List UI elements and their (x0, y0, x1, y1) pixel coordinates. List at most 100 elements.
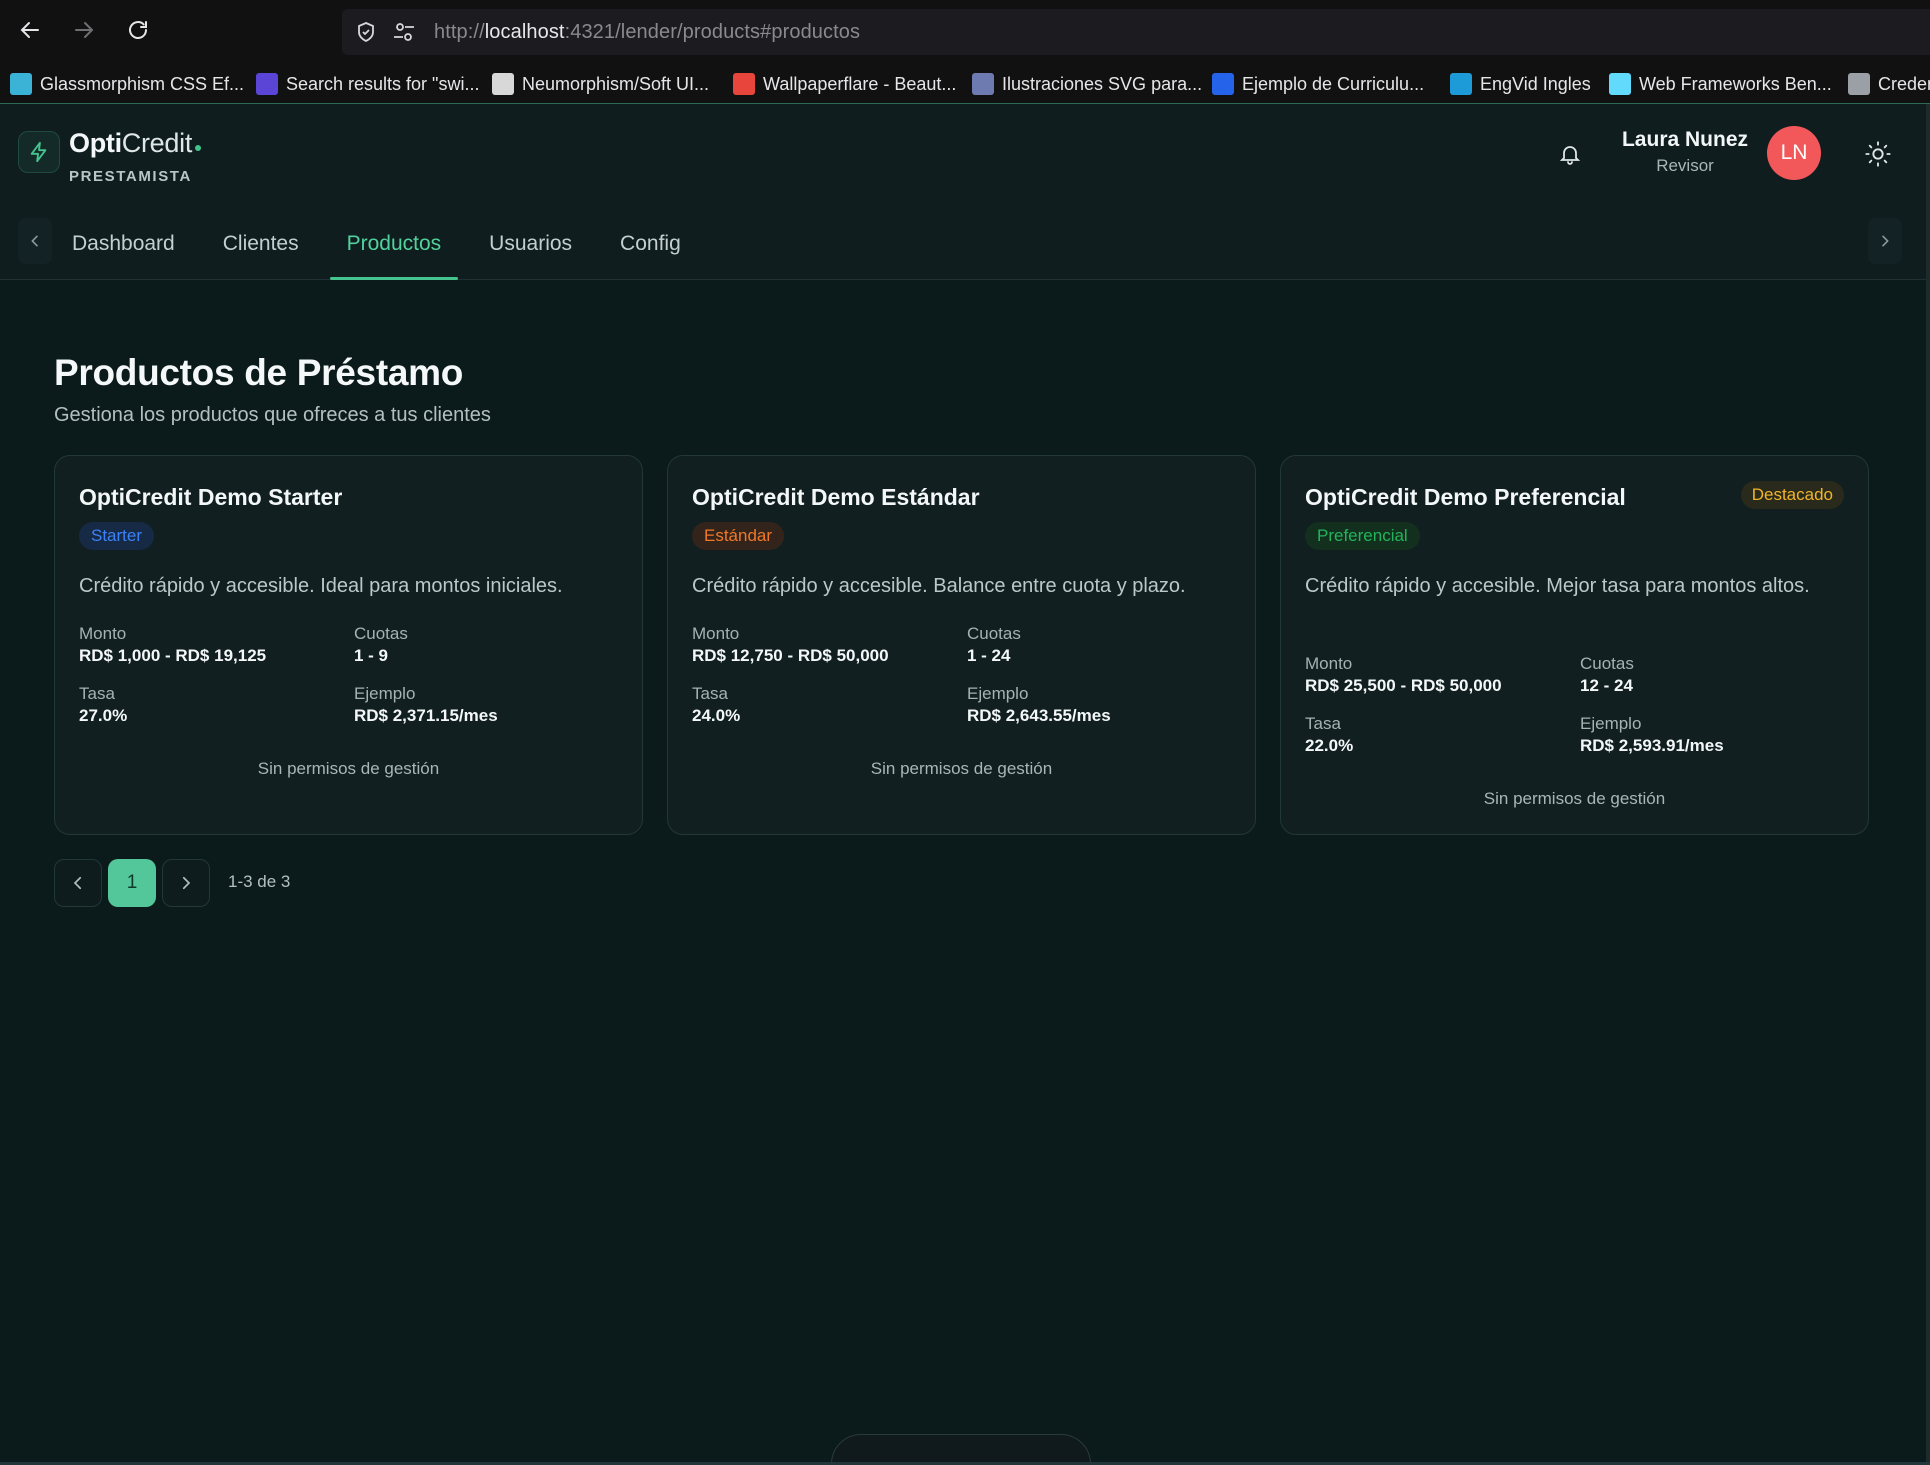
user-role: Revisor (1656, 156, 1714, 175)
stat-tasa: Tasa 27.0% (79, 684, 354, 726)
no-permission-note: Sin permisos de gestión (1483, 789, 1666, 808)
bookmark-item[interactable]: Neumorphism/Soft UI... (492, 72, 709, 96)
site-settings-icon[interactable] (392, 21, 416, 43)
stat-cuotas: Cuotas 1 - 9 (354, 624, 629, 666)
product-description: Crédito rápido y accesible. Mejor tasa p… (1305, 575, 1810, 597)
stat-value: RD$ 2,593.91/mes (1580, 736, 1724, 755)
stat-label: Cuotas (1580, 654, 1634, 673)
product-name: OptiCredit Demo Starter (79, 484, 343, 510)
stat-value: 1 - 24 (967, 646, 1011, 665)
notifications-button[interactable] (1555, 139, 1585, 169)
stat-monto: Monto RD$ 25,500 - RD$ 50,000 (1305, 654, 1580, 696)
logo[interactable] (18, 131, 60, 173)
stat-label: Tasa (1305, 714, 1341, 733)
bookmark-label: Web Frameworks Ben... (1639, 73, 1832, 94)
cv-icon (1212, 73, 1234, 95)
tab-dashboard[interactable]: Dashboard (55, 208, 192, 280)
stat-ejemplo: Ejemplo RD$ 2,593.91/mes (1580, 714, 1855, 756)
product-description: Crédito rápido y accesible. Balance entr… (692, 575, 1186, 597)
stat-ejemplo: Ejemplo RD$ 2,371.15/mes (354, 684, 629, 726)
browser-toolbar: http://localhost:4321/lender/products#pr… (0, 0, 1930, 63)
bookmark-item[interactable]: EngVid Ingles (1450, 72, 1591, 96)
bookmark-item[interactable]: Ejemplo de Curriculu... (1212, 72, 1424, 96)
stat-label: Cuotas (967, 624, 1021, 643)
pager-prev-button[interactable] (54, 859, 102, 907)
bookmark-item[interactable]: Search results for "swi... (256, 72, 479, 96)
bookmark-label: Search results for "swi... (286, 73, 480, 94)
pager-info: 1-3 de 3 (228, 872, 291, 891)
brand-name: OptiCredit (69, 128, 202, 159)
stat-label: Monto (79, 624, 127, 643)
main-tabs: Dashboard Clientes Productos Usuarios Config (55, 208, 712, 280)
product-card[interactable]: OptiCredit Demo Preferencial Preferencial… (1280, 455, 1869, 835)
stat-tasa: Tasa 24.0% (692, 684, 967, 726)
glass-icon (10, 73, 32, 95)
tab-productos[interactable]: Productos (329, 208, 459, 280)
tab-usuarios[interactable]: Usuarios (472, 208, 589, 280)
atom-icon (1609, 73, 1631, 95)
product-card[interactable]: OptiCredit Demo Estándar Estándar Crédito … (667, 455, 1256, 835)
stat-value: 12 - 24 (1580, 676, 1633, 695)
stat-value: 22.0% (1305, 736, 1354, 755)
bolt-icon (30, 141, 47, 163)
address-bar[interactable]: http://localhost:4321/lender/products#pr… (342, 9, 1930, 55)
role-label: PRESTAMISTA (69, 168, 192, 185)
stat-value: RD$ 1,000 - RD$ 19,125 (79, 646, 267, 665)
product-card[interactable]: OptiCredit Demo Starter Starter Crédito rá… (54, 455, 643, 835)
forward-button[interactable] (68, 14, 100, 46)
dev-toolbar[interactable] (831, 1434, 1091, 1465)
back-button[interactable] (14, 14, 46, 46)
chevron-left-icon (73, 876, 82, 890)
stat-value: RD$ 2,643.55/mes (967, 706, 1111, 725)
avatar[interactable]: LN (1767, 126, 1821, 180)
chevron-right-icon (182, 876, 191, 890)
reload-button[interactable] (122, 14, 154, 46)
chevron-left-icon (31, 235, 38, 247)
bookmark-label: Ejemplo de Curriculu... (1242, 73, 1425, 94)
tab-config[interactable]: Config (603, 208, 698, 280)
stat-monto: Monto RD$ 12,750 - RD$ 50,000 (692, 624, 967, 666)
bookmark-item[interactable]: Glassmorphism CSS Ef... (10, 72, 244, 96)
page-subtitle: Gestiona los productos que ofreces a tus… (54, 404, 491, 426)
stat-value: RD$ 12,750 - RD$ 50,000 (692, 646, 889, 665)
stat-cuotas: Cuotas 12 - 24 (1580, 654, 1855, 696)
tab-clientes[interactable]: Clientes (206, 208, 316, 280)
theme-toggle-button[interactable] (1860, 136, 1896, 172)
bookmark-item[interactable]: Ilustraciones SVG para... (972, 72, 1202, 96)
bell-icon (1559, 146, 1581, 165)
bookmark-label: Creden (1878, 73, 1930, 94)
stat-value: 1 - 9 (354, 646, 389, 665)
url-text: http://localhost:4321/lender/products#pr… (434, 21, 861, 43)
sun-icon (1865, 141, 1891, 167)
bookmark-item[interactable]: Wallpaperflare - Beaut... (733, 72, 956, 96)
stat-value: 27.0% (79, 706, 128, 725)
scrollbar[interactable] (1926, 104, 1930, 1465)
page-icon (492, 73, 514, 95)
reload-icon (129, 21, 147, 39)
arrow-left-icon (20, 22, 39, 38)
tabs-scroll-right-button[interactable] (1868, 218, 1902, 264)
stat-value: 24.0% (692, 706, 741, 725)
tabs-scroll-left-button[interactable] (18, 218, 52, 264)
featured-badge: Destacado (1740, 481, 1844, 509)
shield-icon (358, 22, 374, 43)
pager-next-button[interactable] (162, 859, 210, 907)
stat-tasa: Tasa 22.0% (1305, 714, 1580, 756)
stat-cuotas: Cuotas 1 - 24 (967, 624, 1242, 666)
stat-label: Ejemplo (354, 684, 416, 703)
product-description: Crédito rápido y accesible. Ideal para m… (79, 575, 563, 597)
bookmark-item[interactable]: Creden (1848, 72, 1930, 96)
tier-badge: Starter (79, 522, 155, 550)
stat-label: Monto (692, 624, 740, 643)
bookmark-item[interactable]: Web Frameworks Ben... (1609, 72, 1832, 96)
no-permission-note: Sin permisos de gestión (870, 759, 1053, 778)
stat-label: Tasa (79, 684, 115, 703)
app-header: OptiCredit PRESTAMISTA Laura Nunez Revis… (0, 104, 1930, 280)
bookmark-label: Wallpaperflare - Beaut... (763, 73, 957, 94)
pager-page-button[interactable]: 1 (108, 859, 156, 907)
bookmark-label: Glassmorphism CSS Ef... (40, 73, 245, 94)
cube-icon (972, 73, 994, 95)
tier-badge: Preferencial (1305, 522, 1420, 550)
arrow-right-icon (75, 22, 94, 38)
user-name: Laura Nunez (1621, 128, 1749, 151)
